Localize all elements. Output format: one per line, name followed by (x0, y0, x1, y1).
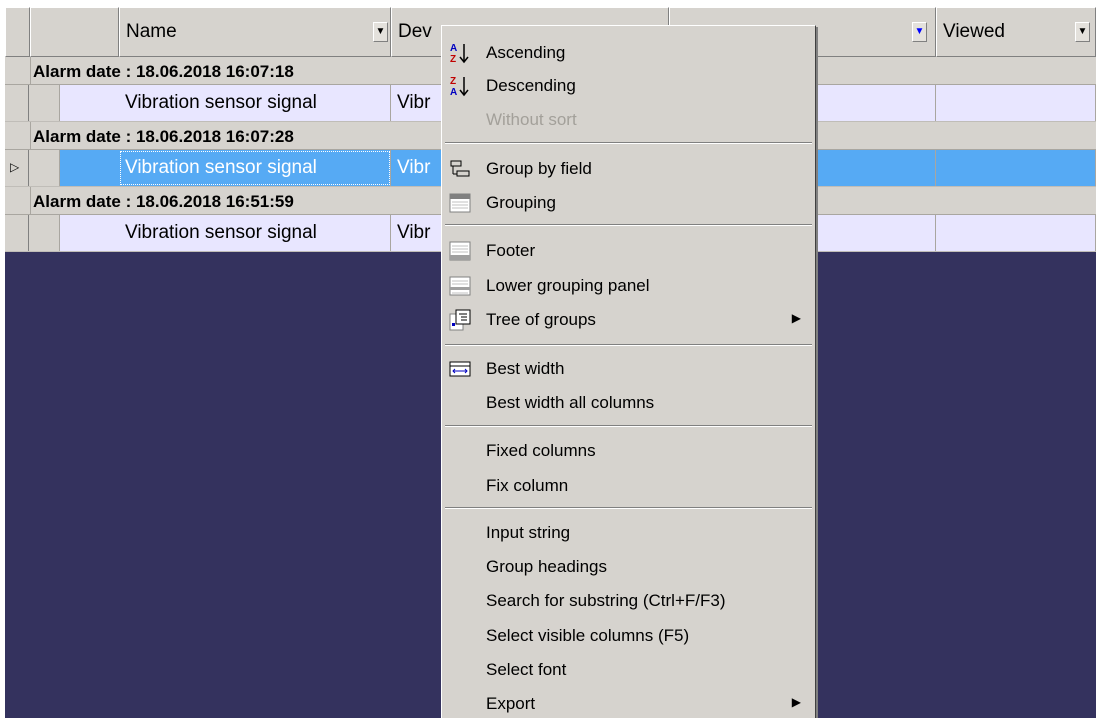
menu-item-label: Best width all columns (486, 393, 655, 412)
menu-item-label: Input string (486, 523, 571, 542)
menu-item-label: Best width (486, 359, 565, 378)
menu-item-label: Fix column (486, 476, 569, 495)
row-indent (29, 85, 60, 121)
row-indicator[interactable]: ▷ (5, 150, 29, 186)
column-header-device-label: Dev (398, 21, 432, 42)
cell-name[interactable]: Vibration sensor signal (119, 215, 391, 251)
row-indent (29, 215, 60, 251)
menu-item-input-string[interactable]: Input string (442, 516, 815, 548)
footer-icon (449, 241, 471, 261)
menu-item-ascending[interactable]: A Z Ascending (442, 36, 815, 68)
svg-text:Z: Z (450, 54, 456, 64)
menu-item-label: Tree of groups (486, 310, 596, 329)
svg-text:A: A (450, 87, 457, 97)
group-header-indicator (5, 187, 31, 214)
menu-item-label: Select visible columns (F5) (486, 626, 690, 645)
menu-item-grouping[interactable]: Grouping (442, 186, 815, 218)
best-width-icon (449, 361, 471, 377)
menu-item-search-for-substring[interactable]: Search for substring (Ctrl+F/F3) (442, 584, 815, 616)
tree-of-groups-icon (449, 309, 471, 331)
menu-item-tree-of-groups[interactable]: Tree of groups ▶ (442, 303, 815, 335)
group-header-label: Alarm date : 18.06.2018 16:51:59 (33, 192, 294, 211)
column-header-indent (30, 7, 119, 57)
row-indent (29, 150, 60, 186)
menu-item-group-headings[interactable]: Group headings (442, 550, 815, 582)
menu-item-export[interactable]: Export ▶ (442, 687, 815, 718)
menu-item-label: Group by field (486, 159, 592, 178)
svg-text:A: A (450, 43, 457, 54)
cell-viewed[interactable] (936, 150, 1096, 186)
group-by-field-icon (450, 160, 470, 177)
cell-name[interactable]: Vibration sensor signal (119, 150, 391, 186)
menu-item-fixed-columns[interactable]: Fixed columns (442, 434, 815, 466)
group-header-indicator (5, 57, 31, 84)
menu-separator (445, 507, 812, 509)
svg-text:Z: Z (450, 76, 456, 87)
menu-item-label: Fixed columns (486, 441, 596, 460)
context-menu[interactable]: A Z Ascending Z A Descending Without sor… (441, 25, 816, 718)
menu-item-footer[interactable]: Footer (442, 234, 815, 266)
cell-viewed[interactable] (936, 85, 1096, 121)
current-row-pointer-icon: ▷ (10, 160, 20, 174)
menu-separator (445, 425, 812, 427)
column-filter-dropdown-icon[interactable]: ▼ (373, 22, 388, 42)
header-corner (5, 7, 30, 57)
menu-item-label: Grouping (486, 193, 556, 212)
cell-name[interactable]: Vibration sensor signal (119, 85, 391, 121)
menu-item-label: Select font (486, 660, 567, 679)
group-header-label: Alarm date : 18.06.2018 16:07:28 (33, 127, 294, 146)
lower-grouping-panel-icon (449, 276, 471, 296)
column-header-name-label: Name (126, 21, 177, 42)
menu-item-select-font[interactable]: Select font (442, 653, 815, 685)
menu-item-group-by-field[interactable]: Group by field (442, 152, 815, 184)
menu-item-lower-grouping-panel[interactable]: Lower grouping panel (442, 269, 815, 301)
column-filter-dropdown-icon[interactable]: ▼ (1075, 22, 1090, 42)
menu-item-descending[interactable]: Z A Descending (442, 69, 815, 101)
group-header-indicator (5, 122, 31, 149)
row-indicator[interactable] (5, 215, 29, 251)
alarm-grid[interactable]: Name ▼ Dev ▼ Viewed ▼ Alarm date : 18.06… (5, 7, 1096, 718)
column-header-viewed-label: Viewed (943, 21, 1005, 42)
menu-item-best-width-all-columns[interactable]: Best width all columns (442, 386, 815, 418)
menu-separator (445, 224, 812, 226)
sort-ascending-icon: A Z (450, 43, 469, 64)
menu-item-label: Without sort (486, 110, 577, 129)
menu-item-label: Footer (486, 241, 536, 260)
menu-item-label: Export (486, 694, 536, 713)
column-filter-active-icon[interactable]: ▼ (912, 22, 927, 42)
submenu-arrow-icon: ▶ (791, 311, 801, 325)
group-header-label: Alarm date : 18.06.2018 16:07:18 (33, 62, 294, 81)
menu-item-label: Descending (486, 76, 576, 95)
menu-item-best-width[interactable]: Best width (442, 352, 815, 384)
row-indicator[interactable] (5, 85, 29, 121)
menu-item-label: Group headings (486, 557, 607, 576)
menu-item-without-sort: Without sort (442, 103, 815, 135)
cell-viewed[interactable] (936, 215, 1096, 251)
sort-descending-icon: Z A (450, 76, 469, 97)
submenu-arrow-icon: ▶ (791, 695, 801, 709)
grouping-icon (449, 193, 471, 213)
column-header-viewed[interactable]: Viewed ▼ (936, 7, 1096, 57)
menu-separator (445, 344, 812, 346)
menu-item-label: Search for substring (Ctrl+F/F3) (486, 591, 726, 610)
menu-item-label: Lower grouping panel (486, 276, 650, 295)
column-header-name[interactable]: Name ▼ (119, 7, 391, 57)
menu-separator (445, 142, 812, 144)
menu-item-select-visible-columns[interactable]: Select visible columns (F5) (442, 619, 815, 651)
menu-item-fix-column[interactable]: Fix column (442, 469, 815, 501)
menu-item-label: Ascending (486, 43, 566, 62)
